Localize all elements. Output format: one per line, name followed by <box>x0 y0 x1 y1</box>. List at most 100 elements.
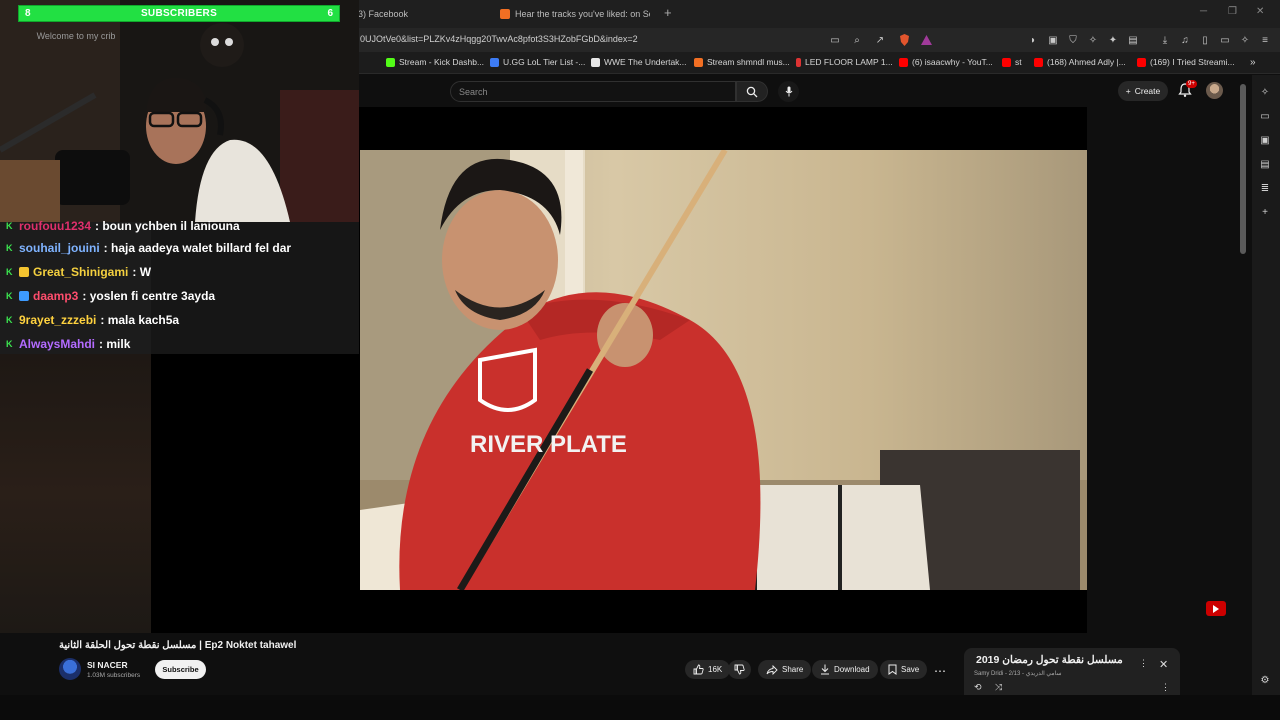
playlist-menu-icon[interactable]: ⋮ <box>1139 658 1148 669</box>
wallet-icon[interactable]: ▣ <box>1258 133 1272 147</box>
leo-icon[interactable]: ✧ <box>1238 33 1252 47</box>
bookmark-soundcloud[interactable]: Stream shmndl mus... <box>694 57 790 67</box>
sidebar-add-icon[interactable]: + <box>1258 205 1272 219</box>
menu-icon[interactable]: ≡ <box>1258 33 1272 47</box>
wwe-icon <box>591 57 600 67</box>
wallet-icon[interactable]: ▭ <box>1218 33 1232 47</box>
chat-message: K daamp3 : yoslen fi centre 3ayda <box>6 289 215 303</box>
save-label: Save <box>901 665 920 674</box>
bookmark-icon <box>796 57 801 67</box>
welcome-sign: Welcome to my crib <box>36 31 116 41</box>
webcam-overlay: 8 SUBSCRIBERS 6 Welcome to my crib <box>0 0 359 222</box>
bookmark-tried-streaming[interactable]: (169) I Tried Streami... <box>1137 57 1235 67</box>
close-window-icon[interactable]: ✕ <box>1256 6 1264 17</box>
bookmark-label: Stream shmndl mus... <box>707 57 790 67</box>
chat-text: : W <box>132 265 152 279</box>
page-scrollbar[interactable] <box>1240 84 1246 254</box>
bookmarks-overflow-icon[interactable]: » <box>1250 57 1256 68</box>
url-field[interactable]: 0UJOtVe0&list=PLZKv4zHqgg20TwvAc8pfot3S3… <box>360 34 638 44</box>
loop-icon[interactable]: ⟲ <box>974 682 982 693</box>
downloads-icon[interactable]: ⤓ <box>1158 33 1172 47</box>
tab-facebook[interactable]: (3) Facebook <box>340 4 480 24</box>
bookmark-ugg[interactable]: U.GG LoL Tier List -... <box>490 57 585 67</box>
download-icon <box>821 664 829 675</box>
soundcloud-icon <box>500 9 510 19</box>
voice-search-button[interactable] <box>778 81 799 102</box>
chat-message: K AlwaysMahdi : milk <box>6 337 130 351</box>
bookmarks-panel-icon[interactable]: ▤ <box>1258 157 1272 171</box>
zoom-icon[interactable]: ⌕ <box>850 33 864 47</box>
kick-badge-icon: K <box>6 290 13 301</box>
new-tab-button[interactable]: + <box>664 5 672 20</box>
bookmark-ahmed-adly[interactable]: (168) Ahmed Adly |... <box>1034 57 1126 67</box>
download-label: Download <box>834 665 870 674</box>
playlist-close-icon[interactable]: ✕ <box>1159 658 1168 671</box>
search-icon <box>746 86 758 97</box>
restore-icon[interactable]: ❐ <box>1228 6 1237 17</box>
subscribe-button[interactable]: Subscribe <box>155 660 206 679</box>
brave-shield-icon[interactable] <box>897 33 911 47</box>
bookmark-label: (6) isaacwhy - YouT... <box>912 57 993 67</box>
like-button[interactable]: 16K <box>685 660 731 679</box>
save-playlist-icon <box>888 664 897 675</box>
search-button[interactable] <box>736 81 768 102</box>
kick-badge-icon: K <box>6 314 13 325</box>
search-input[interactable]: Search <box>450 81 736 102</box>
share-page-icon[interactable]: ↗ <box>873 33 887 47</box>
chat-username: souhail_jouini <box>19 241 100 255</box>
bookmark-lamp[interactable]: LED FLOOR LAMP 1... <box>796 57 893 67</box>
subscriber-goal-label: SUBSCRIBERS <box>140 8 218 19</box>
extension-1-icon[interactable]: ◗ <box>1026 33 1040 47</box>
tab-soundcloud[interactable]: Hear the tracks you've liked: on Sour <box>500 4 650 24</box>
microphone-icon <box>785 86 792 97</box>
bookmark-kick[interactable]: Stream - Kick Dashb... <box>386 57 484 67</box>
account-avatar[interactable] <box>1206 82 1223 99</box>
sidebar-tabs-icon[interactable]: ▭ <box>1258 109 1272 123</box>
bookmark-wwe[interactable]: WWE The Undertak... <box>591 57 687 67</box>
youtube-icon <box>1137 57 1146 67</box>
cast-icon[interactable]: ▭ <box>828 33 842 47</box>
more-actions-icon[interactable]: ⋯ <box>934 664 946 678</box>
reading-list-icon[interactable]: ≣ <box>1258 181 1272 195</box>
leo-ai-icon[interactable]: ✧ <box>1258 85 1272 99</box>
playlist-title[interactable]: مسلسل نقطة تحول رمضان 2019 <box>976 654 1123 666</box>
ugg-icon <box>490 57 499 67</box>
share-button[interactable]: Share <box>758 660 812 679</box>
extension-3-icon[interactable]: ⛉ <box>1066 33 1080 47</box>
kick-badge-icon: K <box>6 242 13 253</box>
sidebar-settings-icon[interactable]: ⚙ <box>1258 673 1272 687</box>
chat-username: daamp3 <box>33 289 79 303</box>
bookmark-isaacwhy[interactable]: (6) isaacwhy - YouT... <box>899 57 993 67</box>
subscriber-count: 1.03M subscribers <box>87 672 141 679</box>
chat-text: : boun ychben il laniouna <box>95 219 240 233</box>
channel-avatar[interactable] <box>59 658 81 680</box>
subscriber-goal-bar: 8 SUBSCRIBERS 6 <box>18 5 340 22</box>
media-icon[interactable]: ♫ <box>1178 33 1192 47</box>
chat-username: roufouu1234 <box>19 219 92 233</box>
browser-sidebar: ✧ ▭ ▣ ▤ ≣ + ⚙ <box>1252 75 1280 695</box>
chat-message: K souhail_jouini : haja aadeya walet bil… <box>6 241 291 255</box>
extension-4-icon[interactable]: ✧ <box>1086 33 1100 47</box>
youtube-icon <box>899 57 908 67</box>
dislike-button[interactable] <box>728 660 751 679</box>
save-button[interactable]: Save <box>880 660 928 679</box>
extension-2-icon[interactable]: ▣ <box>1046 33 1060 47</box>
secondary-column <box>1087 107 1245 633</box>
brave-rewards-icon[interactable] <box>919 33 933 47</box>
bookmark-label: WWE The Undertak... <box>604 57 687 67</box>
extensions-puzzle-icon[interactable]: ✦ <box>1106 33 1120 47</box>
minimize-icon[interactable]: ─ <box>1200 6 1207 17</box>
bookmark-st[interactable]: st <box>1002 57 1022 67</box>
extension-5-icon[interactable]: ▤ <box>1126 33 1140 47</box>
shuffle-icon[interactable]: ⤨ <box>995 682 1002 693</box>
create-button[interactable]: + Create <box>1118 81 1168 101</box>
chat-text: : milk <box>99 337 131 351</box>
kick-badge-icon: K <box>6 220 13 231</box>
channel-name[interactable]: SI NACER <box>87 660 128 670</box>
playlist-more-icon[interactable]: ⋮ <box>1161 682 1170 693</box>
sidebar-toggle-icon[interactable]: ▯ <box>1198 33 1212 47</box>
kick-icon <box>386 57 395 67</box>
download-button[interactable]: Download <box>812 660 878 679</box>
thumbs-down-icon <box>734 664 745 675</box>
video-scene: RIVER PLATE <box>360 150 1087 590</box>
